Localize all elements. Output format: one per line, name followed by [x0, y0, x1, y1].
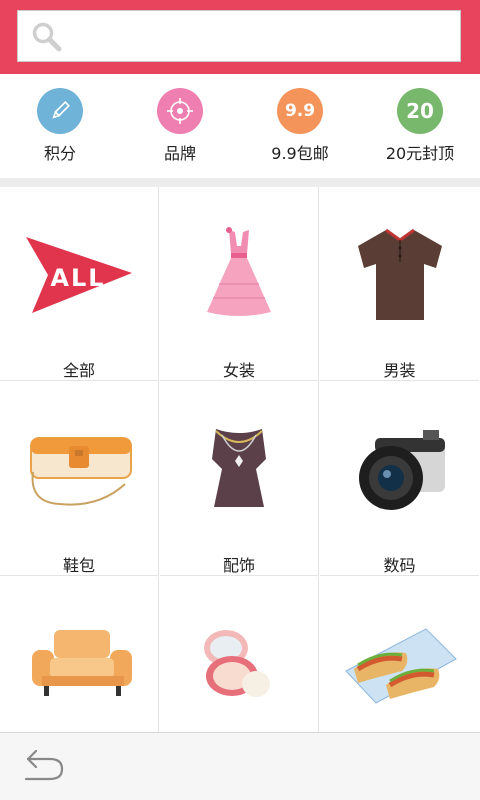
category-label: 全部: [62, 361, 95, 380]
twenty-icon: 20: [397, 88, 443, 134]
category-shoes-bags[interactable]: 鞋包: [0, 382, 159, 576]
category-label: 男装: [383, 361, 416, 380]
category-label: 数码: [383, 556, 416, 575]
pencil-icon: [37, 88, 83, 134]
quick-link-nine-nine[interactable]: 9.9 9.9包邮: [240, 88, 360, 174]
handbag-icon: [30, 437, 132, 506]
category-digital[interactable]: 数码: [320, 382, 479, 576]
sofa-icon: [32, 630, 132, 696]
category-label: 配饰: [222, 556, 255, 575]
nine-nine-icon: 9.9: [277, 88, 323, 134]
necklace-icon: [212, 429, 266, 507]
quick-link-label: 20元封顶: [385, 144, 455, 163]
category-label: 鞋包: [62, 556, 95, 575]
section-divider: [0, 178, 480, 187]
search-box[interactable]: [17, 10, 461, 63]
quick-link-label: 积分: [43, 144, 76, 163]
quick-link-badge: 9.9: [284, 101, 316, 121]
quick-link-brand[interactable]: 品牌: [120, 88, 240, 174]
dress-icon: [207, 227, 271, 316]
quick-link-label: 9.9包邮: [271, 144, 329, 163]
back-arrow-icon[interactable]: [24, 747, 66, 787]
quick-link-twenty[interactable]: 20 20元封顶: [360, 88, 480, 174]
top-bar: [0, 0, 480, 74]
category-women[interactable]: 女装: [160, 187, 319, 381]
category-accessories[interactable]: 配饰: [160, 382, 319, 576]
search-icon[interactable]: [30, 20, 62, 52]
quick-link-badge: 20: [406, 99, 434, 123]
search-input[interactable]: [72, 11, 452, 63]
food-icon: [344, 628, 457, 704]
category-label: 女装: [222, 361, 255, 380]
quick-link-label: 品牌: [163, 144, 196, 163]
bottom-bar: [0, 732, 480, 800]
camera-icon: [358, 430, 445, 510]
category-grid: ALL 全部 女装 男装 鞋包 配饰 数码: [0, 187, 480, 771]
all-icon-text: ALL: [50, 264, 105, 292]
category-men[interactable]: 男装: [320, 187, 479, 381]
all-icon: ALL: [26, 237, 132, 313]
category-all[interactable]: ALL 全部: [0, 187, 159, 381]
quick-link-points[interactable]: 积分: [0, 88, 120, 174]
target-icon: [157, 88, 203, 134]
quick-links: 积分 品牌 9.9 9.9包邮 20 20元封顶: [0, 74, 480, 178]
polo-shirt-icon: [357, 228, 442, 320]
compact-powder-icon: [204, 630, 270, 697]
